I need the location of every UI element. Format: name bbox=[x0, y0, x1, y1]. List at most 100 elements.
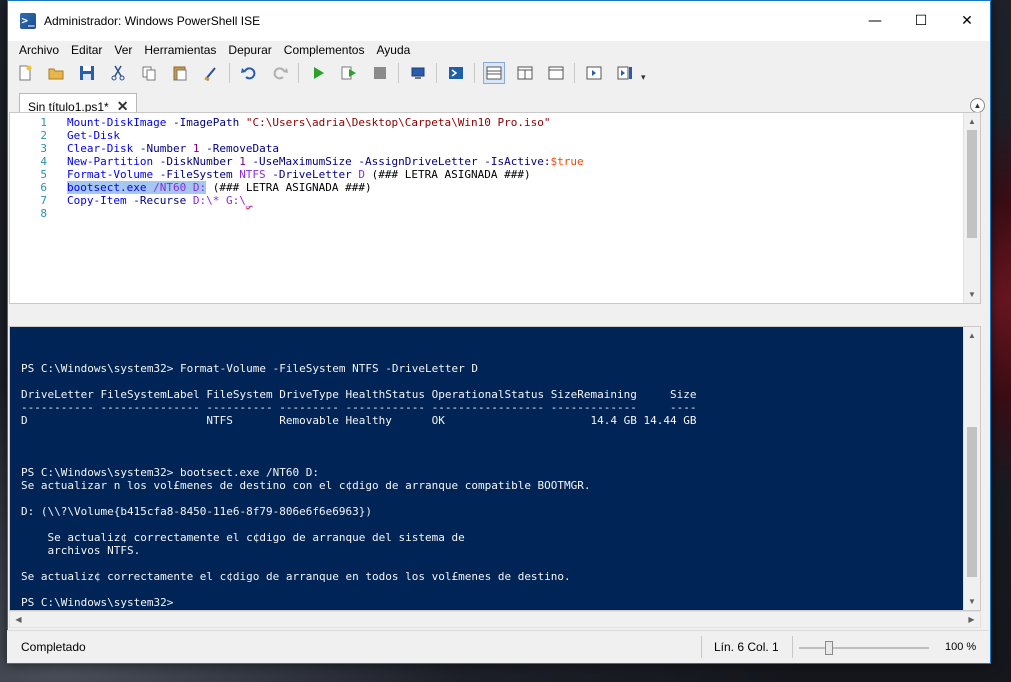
cmdlet-token: Clear-Disk bbox=[67, 142, 134, 155]
status-text: Completado bbox=[21, 640, 86, 654]
selected-command-token: bootsect.exe bbox=[67, 181, 147, 194]
syntax-error-token: _ bbox=[245, 194, 253, 207]
parameter-token: -DriveLetter bbox=[265, 168, 359, 181]
layout-right-icon[interactable] bbox=[514, 62, 536, 84]
paste-icon[interactable] bbox=[169, 62, 191, 84]
show-script-pane-icon[interactable] bbox=[583, 62, 605, 84]
status-separator bbox=[792, 636, 793, 658]
run-script-icon[interactable] bbox=[307, 62, 329, 84]
parameter-token: -Number bbox=[133, 142, 193, 155]
string-token: "C:\Users\adria\Desktop\Carpeta\Win10 Pr… bbox=[245, 116, 551, 129]
zoom-level: 100 % bbox=[945, 641, 977, 653]
undo-icon[interactable] bbox=[238, 62, 260, 84]
clear-console-icon[interactable] bbox=[200, 62, 222, 84]
powershell-app-icon: >_ bbox=[20, 13, 36, 29]
cut-icon[interactable] bbox=[107, 62, 129, 84]
save-icon[interactable] bbox=[76, 62, 98, 84]
code-line: 8 bbox=[10, 207, 960, 220]
cmdlet-token: Get-Disk bbox=[67, 129, 120, 142]
scrollbar-thumb[interactable] bbox=[967, 427, 977, 577]
code-line: 7 Copy-Item -Recurse D:\* G:\_ bbox=[10, 194, 960, 207]
toolbar-separator bbox=[436, 63, 437, 83]
code-line: 2 Get-Disk bbox=[10, 129, 960, 142]
scrollbar-thumb[interactable] bbox=[967, 130, 977, 238]
plain-token: (### LETRA ASIGNADA ###) bbox=[365, 168, 531, 181]
copy-icon[interactable] bbox=[138, 62, 160, 84]
zoom-slider-thumb[interactable] bbox=[825, 641, 833, 655]
toolbar-overflow-icon[interactable]: ▾ bbox=[641, 64, 646, 83]
toolbar: ▾ bbox=[8, 59, 990, 87]
parameter-token: -Recurse bbox=[126, 194, 193, 207]
code-line: 6 bootsect.exe /NT60 D: (### LETRA ASIGN… bbox=[10, 181, 960, 194]
close-button[interactable]: ✕ bbox=[944, 1, 990, 41]
toolbar-separator bbox=[298, 63, 299, 83]
menu-complementos[interactable]: Complementos bbox=[278, 43, 371, 57]
toolbar-separator bbox=[474, 63, 475, 83]
code-line: 3 Clear-Disk -Number 1 -RemoveData bbox=[10, 142, 960, 155]
status-separator bbox=[701, 636, 702, 658]
scroll-right-icon[interactable]: ▶ bbox=[963, 612, 980, 627]
scroll-left-icon[interactable]: ◀ bbox=[10, 612, 27, 627]
open-folder-icon[interactable] bbox=[45, 62, 67, 84]
run-selection-icon[interactable] bbox=[338, 62, 360, 84]
argument-token: NTFS bbox=[239, 168, 266, 181]
zoom-slider-track[interactable] bbox=[799, 647, 929, 649]
variable-token: $true bbox=[550, 155, 584, 168]
window-title: Administrador: Windows PowerShell ISE bbox=[44, 14, 261, 28]
menu-depurar[interactable]: Depurar bbox=[222, 43, 277, 57]
remote-powershell-icon[interactable] bbox=[407, 62, 429, 84]
minimize-button[interactable]: — bbox=[852, 1, 898, 41]
line-number: 4 bbox=[40, 155, 47, 168]
parameter-token: -DiskNumber bbox=[153, 155, 240, 168]
menu-ver[interactable]: Ver bbox=[108, 43, 138, 57]
console-horizontal-scrollbar[interactable]: ◀ ▶ bbox=[9, 611, 981, 628]
pane-splitter[interactable] bbox=[9, 306, 981, 326]
layout-max-icon[interactable] bbox=[545, 62, 567, 84]
console-pane[interactable]: PS C:\Windows\system32> Format-Volume -F… bbox=[9, 326, 981, 611]
menu-ayuda[interactable]: Ayuda bbox=[370, 43, 416, 57]
menu-bar: Archivo Editar Ver Herramientas Depurar … bbox=[8, 41, 990, 59]
code-line: 5 Format-Volume -FileSystem NTFS -DriveL… bbox=[10, 168, 960, 181]
toolbar-separator bbox=[398, 63, 399, 83]
status-bar: Completado Lín. 6 Col. 1 100 % bbox=[7, 630, 989, 663]
cmdlet-token: Copy-Item bbox=[67, 194, 127, 207]
line-number: 8 bbox=[40, 207, 47, 220]
scroll-down-icon[interactable]: ▼ bbox=[964, 286, 980, 303]
argument-token: D:\* bbox=[192, 194, 220, 207]
layout-top-icon[interactable] bbox=[483, 62, 505, 84]
menu-editar[interactable]: Editar bbox=[65, 43, 108, 57]
scroll-up-icon[interactable]: ▲ bbox=[964, 327, 980, 344]
script-editor[interactable]: 1 Mount-DiskImage -ImagePath "C:\Users\a… bbox=[9, 112, 981, 304]
start-powershell-icon[interactable] bbox=[445, 62, 467, 84]
parameter-token: -UseMaximumSize -AssignDriveLetter -IsAc… bbox=[245, 155, 551, 168]
toolbar-separator bbox=[574, 63, 575, 83]
menu-archivo[interactable]: Archivo bbox=[13, 43, 65, 57]
cmdlet-token: New-Partition bbox=[67, 155, 154, 168]
new-file-icon[interactable] bbox=[14, 62, 36, 84]
code-line: 4 New-Partition -DiskNumber 1 -UseMaximu… bbox=[10, 155, 960, 168]
plain-token: (### LETRA ASIGNADA ###) bbox=[206, 181, 372, 194]
line-number: 2 bbox=[40, 129, 47, 142]
menu-herramientas[interactable]: Herramientas bbox=[138, 43, 222, 57]
parameter-token: -RemoveData bbox=[199, 142, 279, 155]
parameter-token: -ImagePath bbox=[166, 116, 246, 129]
argument-token: G:\ bbox=[225, 194, 246, 207]
cmdlet-token: Mount-DiskImage bbox=[67, 116, 167, 129]
editor-vertical-scrollbar[interactable]: ▲ ▼ bbox=[963, 113, 980, 303]
console-vertical-scrollbar[interactable]: ▲ ▼ bbox=[963, 327, 980, 610]
redo-icon[interactable] bbox=[269, 62, 291, 84]
collapse-script-pane-icon[interactable]: ▲ bbox=[970, 98, 985, 113]
line-number: 7 bbox=[40, 194, 47, 207]
maximize-button[interactable]: ☐ bbox=[898, 1, 944, 41]
line-number: 5 bbox=[40, 168, 47, 181]
console-output: PS C:\Windows\system32> Format-Volume -F… bbox=[21, 362, 697, 609]
line-number: 3 bbox=[40, 142, 47, 155]
parameter-token: -FileSystem bbox=[153, 168, 240, 181]
stop-icon[interactable] bbox=[369, 62, 391, 84]
scroll-up-icon[interactable]: ▲ bbox=[964, 113, 980, 130]
scroll-down-icon[interactable]: ▼ bbox=[964, 593, 980, 610]
title-bar[interactable]: >_ Administrador: Windows PowerShell ISE… bbox=[8, 1, 990, 41]
line-number: 6 bbox=[40, 181, 47, 194]
show-commands-icon[interactable] bbox=[614, 62, 636, 84]
